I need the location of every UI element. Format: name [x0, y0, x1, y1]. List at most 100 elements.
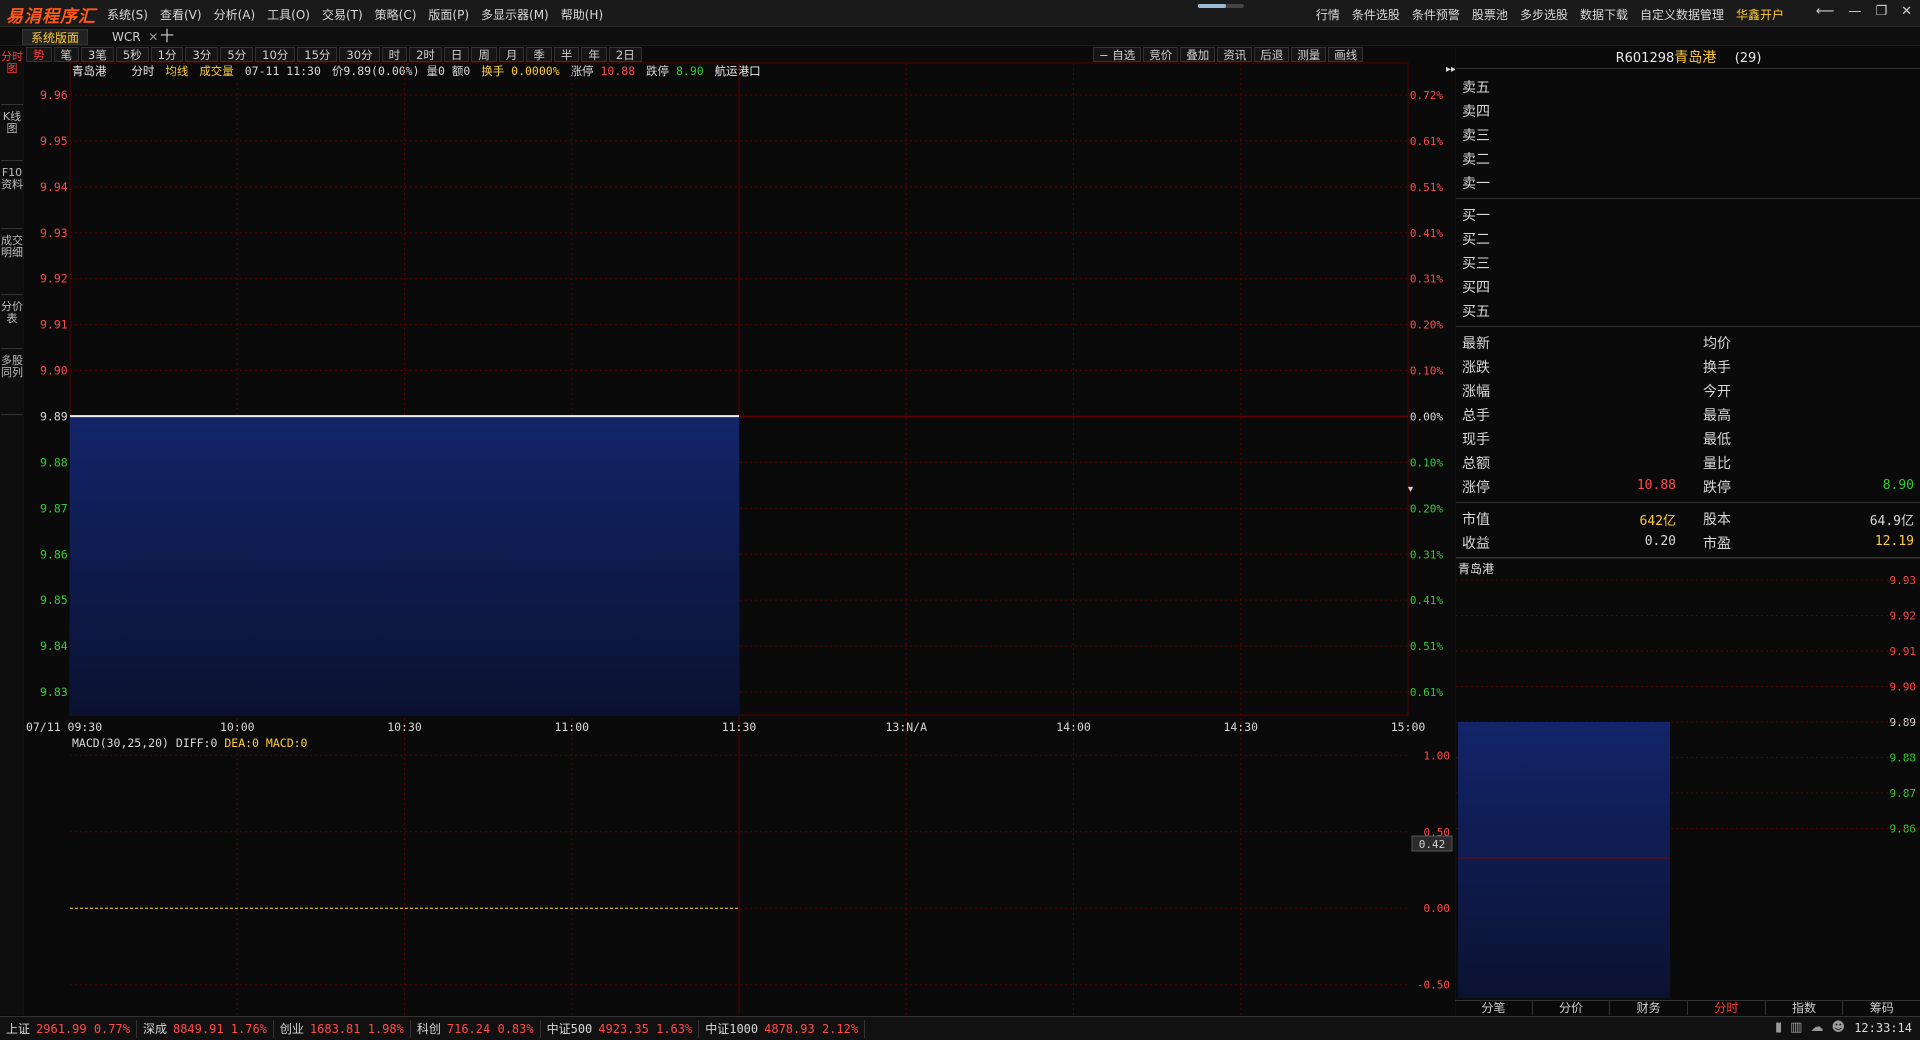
status-icons: ▮ ▥ ☁ ☻ [1775, 1020, 1845, 1035]
bid-2-label: 买二 [1462, 232, 1490, 248]
macd-dea: DEA:0 [224, 736, 259, 750]
x-tick-label: 14:00 [1056, 720, 1091, 734]
index-sz[interactable]: 深成 8849.91 1.76% [137, 1019, 274, 1038]
quote-name: 青岛港 [1674, 50, 1717, 66]
y-tick-label: 9.91 [40, 318, 68, 332]
y-pct-label: 0.00% [1410, 410, 1443, 423]
macd-label-line: MACD(30,25,20) DIFF:0 DEA:0 MACD:0 [72, 736, 307, 750]
macd-tick-label: 0.00 [1424, 902, 1451, 915]
macd-value: MACD:0 [265, 736, 308, 750]
y-pct-label: 0.31% [1410, 273, 1443, 286]
x-tick-label: 07/11 09:30 [26, 720, 102, 734]
y-pct-label: 0.41% [1410, 594, 1443, 607]
index-csi500[interactable]: 中证500 4923.35 1.63% [541, 1019, 700, 1038]
bid-5-label: 买五 [1462, 304, 1490, 320]
mini-intraday-chart[interactable]: 9.939.929.919.909.899.889.879.86 [1456, 558, 1920, 998]
ask-2-label: 卖二 [1462, 152, 1490, 168]
x-tick-label: 14:30 [1223, 720, 1258, 734]
tab-price-dist[interactable]: 分价 [1533, 1001, 1611, 1015]
index-csi1000[interactable]: 中证1000 4878.93 2.12% [699, 1019, 866, 1038]
scroll-down-icon: ▾ [1408, 484, 1413, 495]
y-pct-label: 0.20% [1410, 319, 1443, 332]
stat-low: 最低 [1703, 432, 1731, 448]
price-fill [70, 416, 739, 715]
close-icon[interactable]: ✕ [1901, 4, 1912, 19]
y-tick-label: 9.96 [40, 88, 68, 102]
y-tick-label: 9.83 [40, 685, 68, 699]
index-status-bar: 上证 2961.99 0.77% 深成 8849.91 1.76% 创业 1683.8… [0, 1016, 1920, 1040]
stat-current-volume: 现手 [1462, 432, 1490, 448]
ask-4-label: 卖四 [1462, 104, 1490, 120]
y-pct-label: 0.61% [1410, 686, 1443, 699]
ask-3-label: 卖三 [1462, 128, 1490, 144]
y-tick-label: 9.94 [40, 180, 68, 194]
x-tick-label: 10:30 [387, 720, 422, 734]
stat-mktcap-value: 642亿 [1639, 514, 1676, 529]
ask-1-label: 卖一 [1462, 176, 1490, 192]
menu-data-download[interactable]: 数据下载 [1580, 6, 1628, 23]
menu-custom-data[interactable]: 自定义数据管理 [1640, 6, 1724, 23]
stat-change: 涨跌 [1462, 360, 1490, 376]
index-cyb[interactable]: 创业 1683.81 1.98% [274, 1019, 411, 1038]
quote-code: R601298 [1615, 51, 1675, 66]
y-tick-label: 9.90 [40, 364, 68, 378]
y-pct-label: 0.20% [1410, 502, 1443, 515]
menu-multi-step-select[interactable]: 多步选股 [1520, 6, 1568, 23]
bar-chart-icon[interactable]: ▥ [1790, 1020, 1802, 1035]
stat-mktcap-label: 市值 [1462, 512, 1490, 528]
minimize-icon[interactable]: — [1848, 4, 1861, 19]
stat-change-pct: 涨幅 [1462, 384, 1490, 400]
tab-intraday[interactable]: 分时 [1688, 1001, 1766, 1015]
stat-limit-down-label: 跌停 [1703, 480, 1731, 496]
intraday-chart[interactable]: 9.96 0.72% 9.95 0.61% 9.94 0.51% 9.93 0.41% 9.92… [0, 0, 1455, 1015]
bid-3-label: 买三 [1462, 256, 1490, 272]
back-icon[interactable]: ⟵ [1816, 4, 1835, 19]
macd-cursor-value: 0.42 [1419, 838, 1446, 851]
cloud-icon[interactable]: ☁ [1810, 1020, 1823, 1035]
y-tick-label: 9.86 [40, 547, 68, 561]
tab-ticks[interactable]: 分笔 [1455, 1001, 1533, 1015]
stat-avg-price: 均价 [1703, 336, 1731, 352]
signal-icon[interactable]: ▮ [1775, 1020, 1782, 1035]
y-pct-label: 0.41% [1410, 227, 1443, 240]
stat-shares-value: 64.9亿 [1869, 514, 1914, 529]
tab-finance[interactable]: 财务 [1610, 1001, 1689, 1015]
user-icon[interactable]: ☻ [1831, 1020, 1845, 1035]
stat-limit-up-value: 10.88 [1636, 478, 1676, 493]
quote-title: R601298青岛港 (29) [1456, 47, 1920, 69]
bid-1-label: 买一 [1462, 208, 1490, 224]
y-pct-label: 0.31% [1410, 548, 1443, 561]
quote-panel: R601298青岛港 (29) 卖五 卖四 卖三 卖二 卖一 买一 买二 买三 … [1455, 47, 1920, 1015]
stat-pe-value: 12.19 [1874, 534, 1914, 549]
x-tick-label: 15:00 [1391, 720, 1426, 734]
open-account-link[interactable]: 华鑫开户 [1736, 6, 1784, 23]
y-tick-label: 9.88 [40, 455, 68, 469]
window-controls: ⟵ — ❐ ✕ [1816, 4, 1912, 19]
y-pct-label: 0.10% [1410, 365, 1443, 378]
stat-amount: 总额 [1462, 456, 1490, 472]
fundamentals-divider [1456, 502, 1920, 503]
y-pct-label: 0.10% [1410, 456, 1443, 469]
y-tick-label: 9.89 [40, 409, 68, 423]
y-tick-label: 9.95 [40, 134, 68, 148]
menu-stock-pool[interactable]: 股票池 [1472, 6, 1508, 23]
stat-open: 今开 [1703, 384, 1731, 400]
tab-index[interactable]: 指数 [1766, 1001, 1844, 1015]
y-pct-label: 0.61% [1410, 135, 1443, 148]
stat-last: 最新 [1462, 336, 1490, 352]
macd-title: MACD(30,25,20) [72, 736, 169, 750]
macd-panel: 1.000.500.00-0.500.42 [70, 749, 1453, 992]
price-lines [70, 414, 739, 418]
macd-tick-label: 1.00 [1424, 749, 1451, 762]
maximize-icon[interactable]: ❐ [1875, 4, 1887, 19]
time-axis: 07/11 09:30 10:00 10:30 11:00 11:30 13:N/A 14:… [26, 720, 1425, 734]
bid-4-label: 买四 [1462, 280, 1490, 296]
stat-shares-label: 股本 [1703, 512, 1731, 528]
mini-price-fill [1458, 722, 1670, 998]
tab-chips[interactable]: 筹码 [1843, 1001, 1920, 1015]
index-sh[interactable]: 上证 2961.99 0.77% [0, 1019, 137, 1038]
stat-limit-down-value: 8.90 [1882, 478, 1914, 493]
x-tick-label: 13:N/A [885, 720, 927, 734]
index-kc[interactable]: 科创 716.24 0.83% [411, 1019, 541, 1038]
y-pct-label: 0.51% [1410, 181, 1443, 194]
